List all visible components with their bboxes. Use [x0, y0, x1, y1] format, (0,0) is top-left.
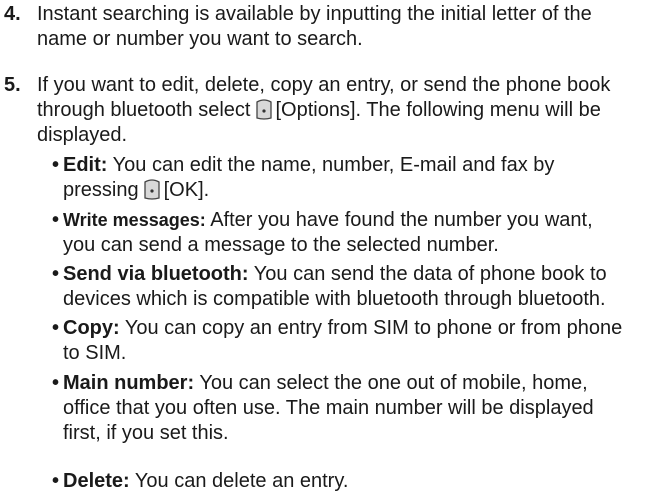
manual-page: 4. Instant searching is available by inp…: [0, 0, 653, 494]
left-softkey-icon: [255, 99, 273, 120]
bullet-write-messages: • Write messages: After you have found t…: [0, 208, 645, 258]
bullet-send-via-bluetooth: • Send via bluetooth: You can send the d…: [0, 262, 645, 312]
text-segment: You can copy an entry from SIM to phone …: [124, 317, 623, 339]
bullet-term: Edit:: [63, 154, 108, 176]
text-line: Instant searching is available by inputt…: [37, 3, 592, 25]
text-line: first, if you set this.: [63, 422, 229, 444]
bullet-text: Delete: You can delete an entry.: [63, 469, 645, 494]
text-line: office that you often use. The main numb…: [63, 397, 594, 419]
text-line: to SIM.: [63, 342, 127, 364]
text-segment: After you have found the number you want…: [210, 209, 593, 231]
bullet-edit: • Edit: You can edit the name, number, E…: [0, 153, 645, 203]
bullet-term: Delete:: [63, 470, 130, 492]
text-segment: through bluetooth select: [37, 99, 251, 121]
text-segment: [Options]. The following menu will be: [275, 99, 601, 121]
step-number: 4.: [4, 3, 21, 25]
bullet-text: Copy: You can copy an entry from SIM to …: [63, 316, 645, 366]
bullet-dot: •: [52, 154, 60, 176]
bullet-main-number: • Main number: You can select the one ou…: [0, 371, 645, 446]
text-line: Send via bluetooth: You can send the dat…: [63, 262, 645, 287]
bullet-dot: •: [52, 209, 60, 231]
bullet-dot: •: [52, 317, 60, 339]
text-line: devices which is compatible with bluetoo…: [63, 288, 606, 310]
text-line: Write messages: After you have found the…: [63, 208, 645, 233]
text-segment: You can select the one out of mobile, ho…: [199, 372, 588, 394]
text-line: displayed.: [37, 124, 128, 146]
bullet-dot: •: [52, 372, 60, 394]
text-segment: You can send the data of phone book to: [253, 263, 607, 285]
bullet-delete: • Delete: You can delete an entry.: [0, 469, 645, 494]
text-segment: [OK].: [163, 179, 210, 201]
text-line: name or number you want to search.: [37, 28, 363, 50]
text-line: Main number: You can select the one out …: [63, 371, 645, 396]
bullet-term: Write messages:: [63, 210, 206, 230]
step-number: 5.: [4, 74, 21, 96]
text-line: If you want to edit, delete, copy an ent…: [37, 74, 611, 96]
text-line: Edit: You can edit the name, number, E-m…: [63, 153, 645, 178]
step-text: If you want to edit, delete, copy an ent…: [37, 73, 640, 148]
text-line: pressing [OK].: [63, 178, 645, 203]
bullet-text: Edit: You can edit the name, number, E-m…: [63, 153, 645, 203]
step-text: Instant searching is available by inputt…: [37, 2, 640, 52]
bullet-copy: • Copy: You can copy an entry from SIM t…: [0, 316, 645, 366]
text-segment: pressing: [63, 179, 139, 201]
text-line: through bluetooth select [Options]. The f…: [37, 98, 640, 123]
bullet-text: Send via bluetooth: You can send the dat…: [63, 262, 645, 312]
step-5: 5. If you want to edit, delete, copy an …: [0, 73, 640, 148]
bullet-text: Write messages: After you have found the…: [63, 208, 645, 258]
bullet-dot: •: [52, 263, 60, 285]
step-4: 4. Instant searching is available by inp…: [0, 2, 640, 52]
text-segment: You can edit the name, number, E-mail an…: [112, 154, 555, 176]
text-line: Copy: You can copy an entry from SIM to …: [63, 316, 645, 341]
text-line: Delete: You can delete an entry.: [63, 469, 645, 494]
bullet-term: Main number:: [63, 372, 195, 394]
left-softkey-icon: [143, 179, 161, 200]
bullet-dot: •: [52, 470, 60, 492]
bullet-term: Copy:: [63, 317, 120, 339]
text-line: you can send a message to the selected n…: [63, 234, 499, 256]
text-segment: You can delete an entry.: [134, 470, 349, 492]
bullet-text: Main number: You can select the one out …: [63, 371, 645, 446]
bullet-term: Send via bluetooth:: [63, 263, 249, 285]
